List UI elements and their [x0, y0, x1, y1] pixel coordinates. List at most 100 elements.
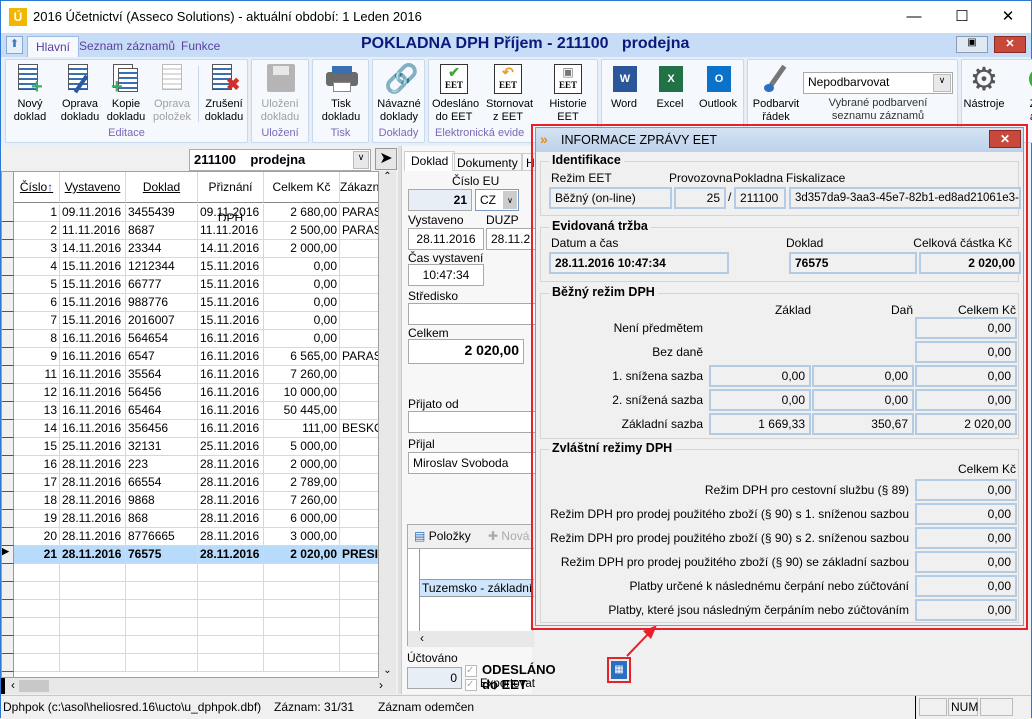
table-cell — [340, 510, 378, 528]
odeslano-do-eet-button[interactable]: ✔ EET Odesláno do EET — [432, 64, 479, 124]
historie-eet-button[interactable]: ▣ EET Historie EET — [546, 64, 590, 124]
table-row[interactable]: 1 09.11.2016 3455439 09.11.2016 2 680,00 PARA… — [2, 204, 378, 222]
vat-celkem-field[interactable]: 0,00 — [915, 365, 1017, 387]
vat-celkem-field[interactable]: 0,00 — [915, 389, 1017, 411]
pokladna-field[interactable]: 211100 — [734, 187, 786, 209]
dialog-close-button[interactable]: ✕ — [989, 130, 1021, 148]
vat-celkem-field[interactable]: 0,00 — [915, 341, 1017, 363]
vertical-scrollbar[interactable]: ⌃ ⌄ — [379, 171, 396, 678]
word-button[interactable]: W Word — [602, 64, 646, 111]
table-row[interactable]: 2 11.11.2016 8687 11.11.2016 2 500,00 PARAS — [2, 222, 378, 240]
maximize-button[interactable]: ☐ — [939, 5, 985, 29]
special-regime-field[interactable]: 0,00 — [915, 479, 1017, 501]
outlook-button[interactable]: O Outlook — [696, 64, 740, 111]
table-row[interactable]: 6 15.11.2016 988776 15.11.2016 0,00 — [2, 294, 378, 312]
celkem-field[interactable]: 2 020,00 — [408, 339, 524, 364]
excel-button[interactable]: X Excel — [648, 64, 692, 111]
table-row[interactable]: 16 28.11.2016 223 28.11.2016 2 000,00 — [2, 456, 378, 474]
nastroje-button[interactable]: ⚙ Nástroje — [962, 63, 1006, 111]
table-row[interactable]: 20 28.11.2016 8776665 28.11.2016 3 000,00 — [2, 528, 378, 546]
uctovano-field[interactable]: 0 — [407, 667, 462, 689]
zo-button[interactable]: Zoad — [1014, 64, 1032, 124]
prijato-field[interactable] — [408, 411, 538, 433]
doklad-field[interactable]: 76575 — [789, 252, 917, 274]
color-select[interactable]: Nepodbarvovat ∨ — [803, 72, 953, 94]
oprava-polozek-button[interactable]: Oprava položek — [150, 64, 194, 124]
table-row[interactable]: 11 16.11.2016 35564 16.11.2016 7 260,00 — [2, 366, 378, 384]
horizontal-scrollbar[interactable]: ‹ › — [1, 678, 396, 694]
table-row[interactable]: 8 16.11.2016 564654 16.11.2016 0,00 — [2, 330, 378, 348]
column-header[interactable]: Celkem Kč — [264, 172, 340, 203]
tab-seznam-zaznamu[interactable]: Seznam záznamů — [71, 36, 183, 57]
tab-funkce[interactable]: Funkce — [173, 36, 228, 57]
rezim-field[interactable]: Běžný (on-line) — [549, 187, 672, 209]
tab-doklad[interactable]: Doklad — [404, 151, 456, 171]
table-row[interactable]: 3 14.11.2016 23344 14.11.2016 2 000,00 — [2, 240, 378, 258]
tisk-dokladu-button[interactable]: Tisk dokladu — [319, 64, 363, 124]
table-row[interactable]: 18 28.11.2016 9868 28.11.2016 7 260,00 — [2, 492, 378, 510]
vat-dan-field[interactable]: 0,00 — [812, 389, 914, 411]
tab-dokumenty[interactable]: Dokumenty — [452, 153, 523, 171]
close-button[interactable]: ✕ — [985, 5, 1031, 29]
column-header[interactable]: Přiznání DPH — [198, 172, 264, 225]
special-regime-field[interactable]: 0,00 — [915, 503, 1017, 525]
table-row[interactable]: 1416.11.201635645616.11.2016111,00BESKO — [2, 420, 378, 438]
table-row[interactable]: 5 15.11.2016 66777 15.11.2016 0,00 — [2, 276, 378, 294]
odeslano-checkbox[interactable]: ✓ — [465, 665, 477, 677]
table-row[interactable]: 7 15.11.2016 2016007 15.11.2016 0,00 — [2, 312, 378, 330]
ulozeni-dokladu-button[interactable]: Uložení dokladu — [258, 64, 302, 124]
vat-dan-field[interactable]: 350,67 — [812, 413, 914, 435]
item-row[interactable]: Tuzemsko - základní sa — [420, 579, 534, 597]
special-regime-field[interactable]: 0,00 — [915, 527, 1017, 549]
duzp-field[interactable]: 28.11.2 — [486, 228, 536, 250]
vat-celkem-field[interactable]: 0,00 — [915, 317, 1017, 339]
vystaveno-field[interactable]: 28.11.2016 — [408, 228, 484, 250]
cas-field[interactable]: 10:47:34 — [408, 264, 484, 286]
vat-celkem-field[interactable]: 2 020,00 — [915, 413, 1017, 435]
podbarvit-radek-button[interactable]: Podbarvit řádek — [750, 64, 802, 124]
special-regime-field[interactable]: 0,00 — [915, 575, 1017, 597]
special-regime-field[interactable]: 0,00 — [915, 551, 1017, 573]
minimize-button[interactable]: — — [891, 5, 937, 29]
special-regime-field[interactable]: 0,00 — [915, 599, 1017, 621]
table-row[interactable]: ▶ 21 28.11.2016 76575 28.11.2016 2 020,00 PRES… — [2, 546, 378, 564]
datum-field[interactable]: 28.11.2016 10:47:34 — [549, 252, 729, 274]
nova-button[interactable]: ✚ Nová — [488, 529, 529, 543]
cislo-field[interactable]: 21 — [408, 189, 472, 211]
vat-zaklad-field[interactable]: 0,00 — [709, 365, 811, 387]
table-row[interactable]: 19 28.11.2016 868 28.11.2016 6 000,00 — [2, 510, 378, 528]
module-close-button[interactable]: ✕ — [994, 36, 1026, 53]
fiskalizace-field[interactable]: 3d357da9-3aa3-45e7-82b1-ed8ad21061e3-ff — [789, 187, 1021, 209]
stredisko-field[interactable] — [408, 303, 538, 325]
eu-select[interactable]: CZ ∨ — [475, 189, 519, 211]
up-arrow-icon[interactable]: ⬆ — [6, 36, 23, 54]
table-row[interactable]: 4 15.11.2016 1212344 15.11.2016 0,00 — [2, 258, 378, 276]
oprava-dokladu-button[interactable]: Oprava dokladu — [58, 64, 102, 124]
prijal-field[interactable]: Miroslav Svoboda — [408, 452, 538, 474]
column-header[interactable]: Doklad — [126, 172, 198, 203]
exportovat-checkbox[interactable]: ✓ — [465, 679, 477, 691]
provozovna-field[interactable]: 25 — [674, 187, 726, 209]
column-header[interactable]: Zákazní — [340, 172, 378, 203]
table-row[interactable]: 15 25.11.2016 32131 25.11.2016 5 000,00 — [2, 438, 378, 456]
castka-field[interactable]: 2 020,00 — [919, 252, 1021, 274]
vat-zaklad-field[interactable]: 0,00 — [709, 389, 811, 411]
table-row[interactable]: 12 16.11.2016 56456 16.11.2016 10 000,00 — [2, 384, 378, 402]
vat-dan-field[interactable]: 0,00 — [812, 365, 914, 387]
table-row[interactable]: 17 28.11.2016 66554 28.11.2016 2 789,00 — [2, 474, 378, 492]
table-row[interactable]: 13 16.11.2016 65464 16.11.2016 50 445,00 — [2, 402, 378, 420]
restore-button[interactable]: ▣ — [956, 36, 988, 53]
polozky-button[interactable]: ▤ Položky — [414, 529, 471, 543]
zruseni-dokladu-button[interactable]: ✖ Zrušení dokladu — [202, 64, 246, 124]
navazne-doklady-button[interactable]: 🔗 Návazné doklady — [377, 64, 421, 124]
cashbox-select[interactable]: 211100 prodejna ∨ — [189, 149, 371, 171]
items-hscrollbar[interactable]: ‹ — [408, 631, 534, 647]
vat-zaklad-field[interactable]: 1 669,33 — [709, 413, 811, 435]
novy-doklad-button[interactable]: + Nový doklad — [8, 64, 52, 124]
column-header[interactable]: Vystaveno — [60, 172, 126, 203]
kopie-dokladu-button[interactable]: + Kopie dokladu — [104, 64, 148, 124]
column-header[interactable]: Číslo↑ — [14, 172, 60, 203]
table-row[interactable]: 9 16.11.2016 6547 16.11.2016 6 565,00 PARAS — [2, 348, 378, 366]
go-arrow-button[interactable]: ➤ — [375, 148, 397, 170]
stornovat-z-eet-button[interactable]: ↶ EET Stornovat z EET — [486, 64, 533, 124]
